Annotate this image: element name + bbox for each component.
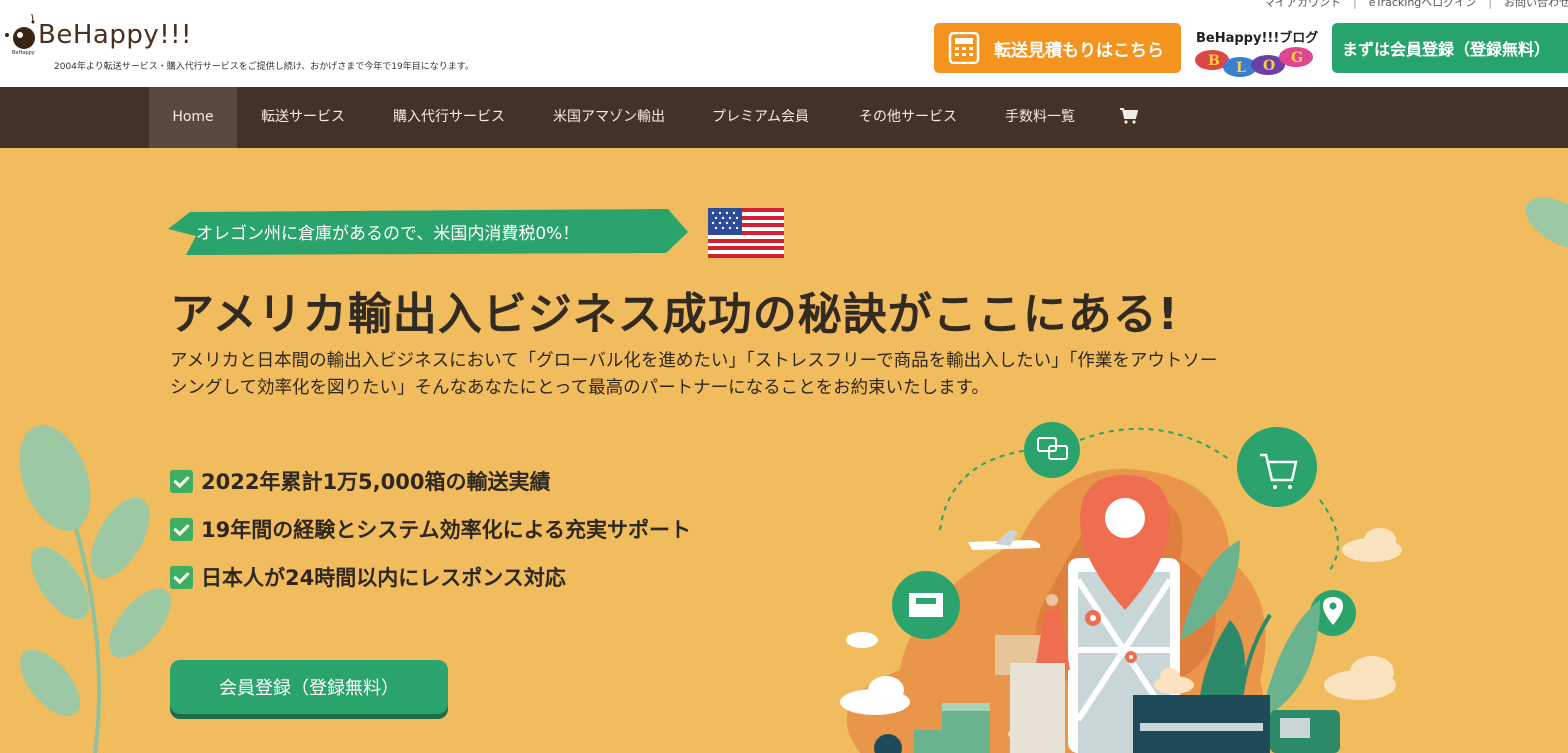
nav-item-forwarding[interactable]: 転送サービス <box>261 87 345 148</box>
blog-letter-b: B <box>1208 53 1220 69</box>
tagline: 2004年より転送サービス・購入代行サービスをご提供し続け、おかげさまで今年で1… <box>54 62 474 72</box>
top-links: マイアカウント | eTrackingへログイン | お問い合わせ <box>1264 0 1568 10</box>
divider: | <box>1488 0 1492 9</box>
blog-link[interactable]: BeHappy!!!ブログ B L O G <box>1190 22 1322 86</box>
blog-letter-g: G <box>1291 50 1303 66</box>
register-top-button-label: まずは会員登録（登録無料） <box>1342 40 1551 59</box>
divider: | <box>1353 0 1357 9</box>
site-header: マイアカウント | eTrackingへログイン | お問い合わせ BeHappy Be… <box>0 0 1568 87</box>
nav-item-purchase-agent[interactable]: 購入代行サービス <box>393 87 505 148</box>
nav-item-amazon-export[interactable]: 米国アマゾン輸出 <box>553 87 665 148</box>
check-item: 日本人が24時間以内にレスポンス対応 <box>170 562 566 592</box>
logo-text[interactable]: BeHappy!!! <box>38 20 192 50</box>
us-flag-icon <box>708 208 784 258</box>
estimate-button[interactable]: 転送見積もりはこちら <box>934 23 1181 73</box>
blog-bubbles-icon: B L O G <box>1195 47 1313 77</box>
register-cta-button[interactable]: 会員登録（登録無料） <box>170 660 448 714</box>
check-icon <box>170 565 193 589</box>
contact-link[interactable]: お問い合わせ <box>1504 0 1568 9</box>
hero-description: アメリカと日本間の輸出入ビジネスにおいて「グローバル化を進めたい」「ストレスフリ… <box>170 351 1218 398</box>
register-cta-label: 会員登録（登録無料） <box>219 678 399 699</box>
check-item-text: 19年間の経験とシステム効率化による充実サポート <box>201 518 691 542</box>
nav-item-other-services[interactable]: その他サービス <box>859 87 957 148</box>
check-item: 19年間の経験とシステム効率化による充実サポート <box>170 514 691 544</box>
check-icon <box>170 469 193 493</box>
my-account-link[interactable]: マイアカウント <box>1264 0 1341 9</box>
blog-letter-o: O <box>1263 58 1275 74</box>
cart-icon <box>1120 108 1139 124</box>
check-icon <box>170 517 193 541</box>
svg-text:BeHappy: BeHappy <box>12 50 35 56</box>
ribbon-text: オレゴン州に倉庫があるので、米国内消費税0%！ <box>196 224 580 244</box>
nav-item-home[interactable]: Home <box>149 87 237 148</box>
hero-headline: アメリカ輸出入ビジネス成功の秘訣がここにある! <box>170 289 1179 340</box>
logistics-illustration <box>840 422 1402 753</box>
nav-item-fees[interactable]: 手数料一覧 <box>1005 87 1075 148</box>
hero-section: オレゴン州に倉庫があるので、米国内消費税0%！ アメリカ輸出入ビジネス成功の秘訣… <box>0 148 1568 753</box>
nav-item-premium[interactable]: プレミアム会員 <box>712 87 809 148</box>
check-item: 2022年累計1万5,000箱の輸送実績 <box>170 466 550 496</box>
main-nav: Home 転送サービス 購入代行サービス 米国アマゾン輸出 プレミアム会員 その… <box>0 87 1568 148</box>
cart-link[interactable] <box>1120 108 1139 128</box>
etracking-login-link[interactable]: eTrackingへログイン <box>1369 0 1477 9</box>
register-top-button[interactable]: まずは会員登録（登録無料） <box>1332 23 1568 73</box>
check-item-text: 2022年累計1万5,000箱の輸送実績 <box>201 470 551 494</box>
check-item-text: 日本人が24時間以内にレスポンス対応 <box>201 566 566 590</box>
blog-letter-l: L <box>1236 60 1246 76</box>
leaf-decoration-right <box>1525 197 1568 249</box>
calculator-icon <box>948 32 980 64</box>
estimate-button-label: 転送見積もりはこちら <box>994 40 1164 61</box>
